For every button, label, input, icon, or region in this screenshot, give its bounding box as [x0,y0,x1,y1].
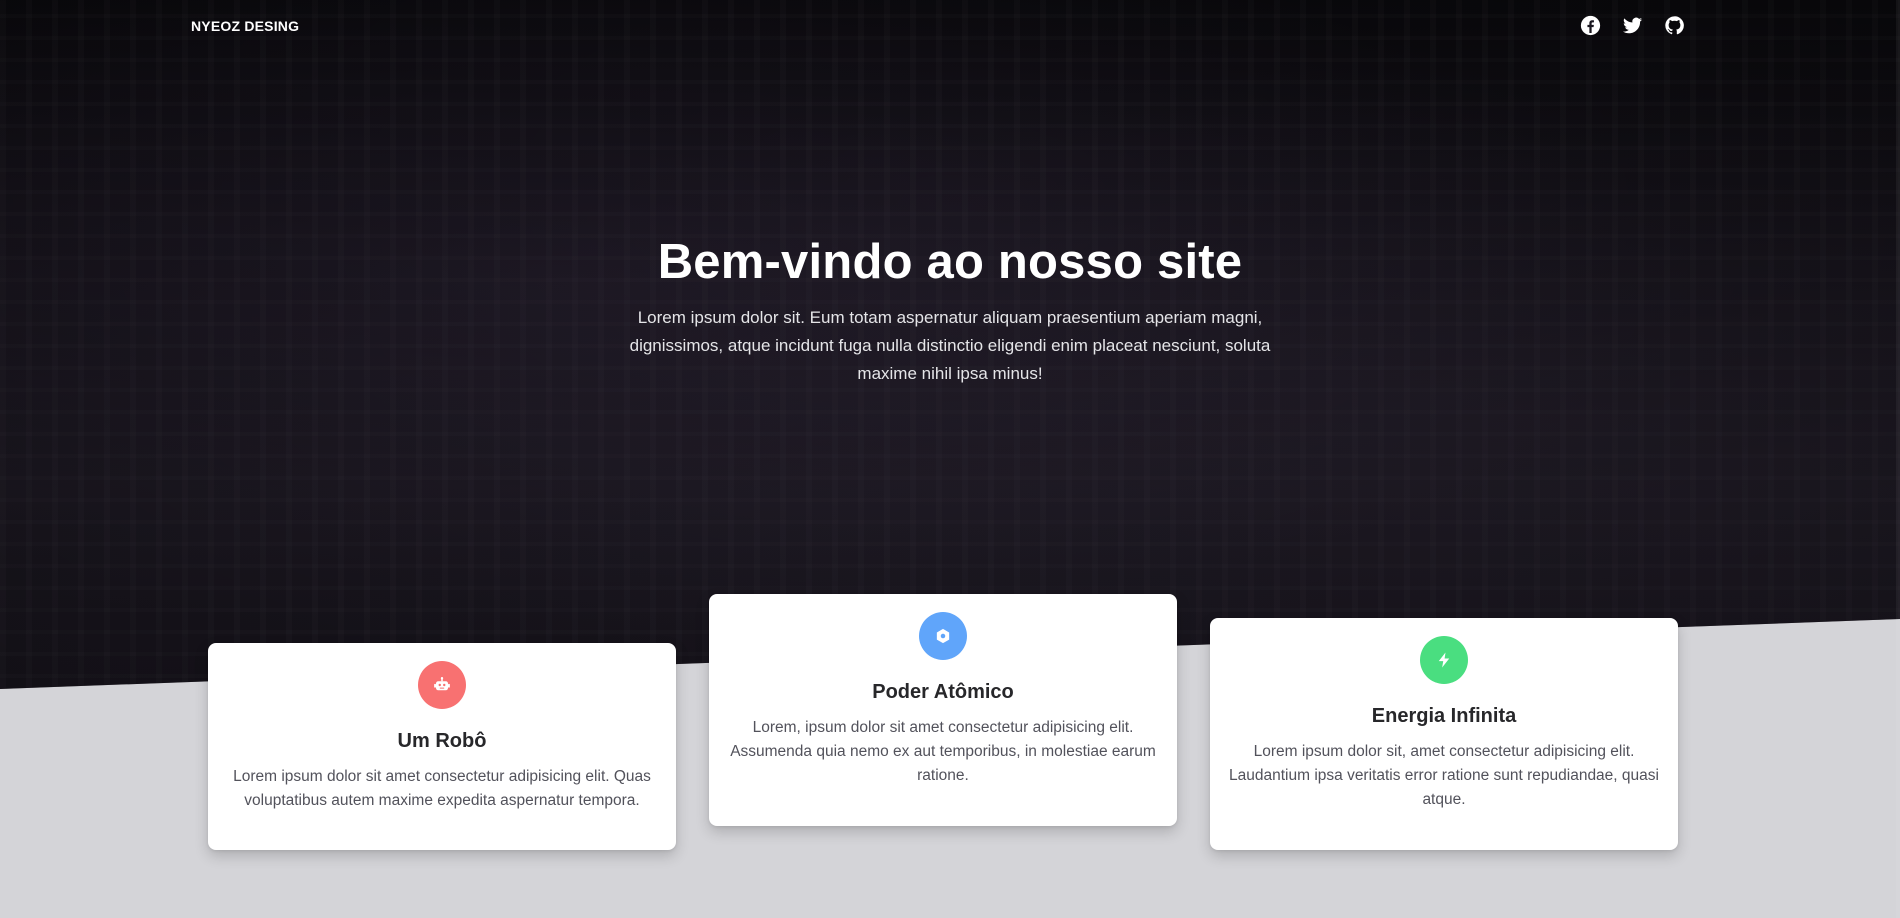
atom-icon [936,628,950,644]
github-icon [1665,16,1684,35]
facebook-icon [1580,15,1601,36]
scrollbar[interactable] [1896,0,1900,918]
card-title: Poder Atômico [872,681,1014,703]
feature-card-robot: Um Robô Lorem ipsum dolor sit amet conse… [208,643,676,850]
twitter-link[interactable] [1622,15,1643,36]
feature-card-atom: Poder Atômico Lorem, ipsum dolor sit ame… [709,594,1177,826]
feature-card-energy: Energia Infinita Lorem ipsum dolor sit, … [1210,618,1678,850]
hero-description: Lorem ipsum dolor sit. Eum totam asperna… [629,308,1271,383]
card-text: Lorem ipsum dolor sit amet consectetur a… [233,768,651,809]
github-link[interactable] [1664,15,1685,36]
robot-icon [434,677,450,691]
card-title: Energia Infinita [1371,705,1517,727]
atom-icon-badge [919,612,967,660]
hero-section: Bem-vindo ao nosso site Lorem ipsum dolo… [0,228,1900,388]
card-text: Lorem, ipsum dolor sit amet consectetur … [730,719,1156,784]
robot-icon-badge [418,661,466,709]
page: NYEOZ DESING Bem-vindo ao nosso site Lor… [0,0,1900,918]
bolt-icon [1438,652,1450,668]
bolt-icon-badge [1420,636,1468,684]
social-links [1580,15,1685,36]
header: NYEOZ DESING [0,0,1900,52]
twitter-icon [1622,17,1643,34]
hero-title: Bem-vindo ao nosso site [657,235,1243,289]
card-text: Lorem ipsum dolor sit, amet consectetur … [1229,743,1659,808]
brand-logo[interactable]: NYEOZ DESING [191,18,299,34]
card-title: Um Robô [397,730,487,752]
facebook-link[interactable] [1580,15,1601,36]
